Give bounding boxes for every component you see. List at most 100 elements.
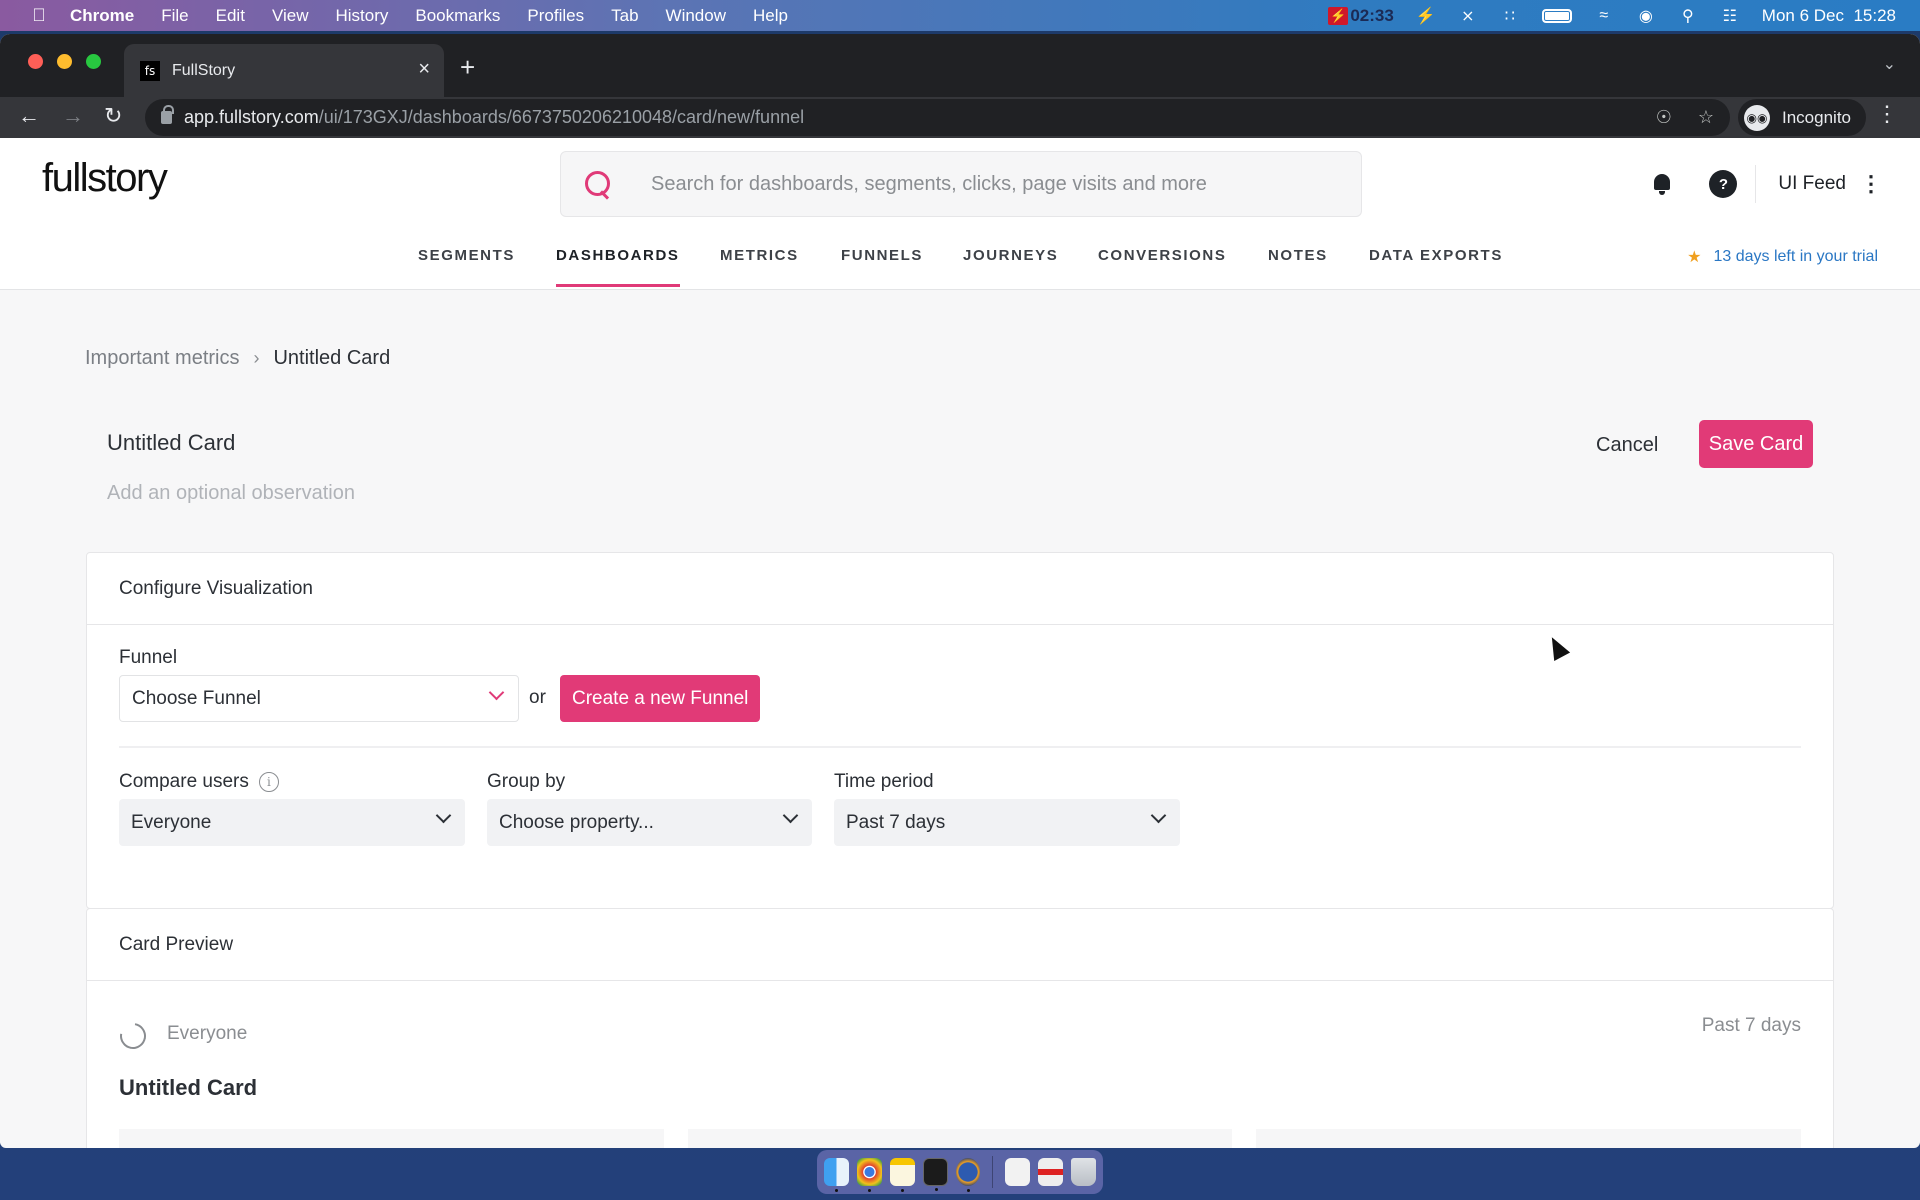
nav-segments[interactable]: SEGMENTS: [418, 247, 515, 264]
nav-journeys[interactable]: JOURNEYS: [963, 247, 1058, 264]
breadcrumb: Important metrics › Untitled Card: [85, 347, 390, 370]
bookmark-star-icon[interactable]: ☆: [1698, 107, 1714, 128]
nav-notes[interactable]: NOTES: [1268, 247, 1328, 264]
address-bar-actions: ☉ ☆: [1656, 107, 1714, 128]
close-window-button[interactable]: [28, 54, 43, 69]
group-by-select[interactable]: Choose property...: [487, 799, 812, 846]
menu-chrome[interactable]: Chrome: [70, 6, 134, 26]
browser-toolbar: ← → ↻ app.fullstory.com/ui/173GXJ/dashbo…: [0, 97, 1920, 138]
tab-search-chevron-icon[interactable]: ⌄: [1883, 54, 1896, 74]
funnel-select-value: Choose Funnel: [132, 687, 261, 709]
help-icon[interactable]: ?: [1709, 170, 1738, 198]
configure-visualization-heading: Configure Visualization: [87, 553, 1833, 625]
info-icon[interactable]: i: [258, 772, 279, 792]
chevron-down-icon: [782, 807, 799, 824]
reload-button[interactable]: ↻: [104, 103, 122, 129]
account-name[interactable]: UI Feed: [1778, 173, 1846, 195]
reeder-icon[interactable]: [955, 1158, 981, 1192]
macos-dock: [817, 1150, 1103, 1194]
keyboard-brightness-icon[interactable]: ∷: [1500, 6, 1520, 26]
maximize-window-button[interactable]: [86, 54, 101, 69]
chrome-icon[interactable]: [856, 1158, 882, 1192]
menu-help[interactable]: Help: [753, 6, 788, 26]
breadcrumb-parent[interactable]: Important metrics: [85, 347, 239, 370]
apple-logo-icon[interactable]: : [28, 5, 50, 26]
or-text: or: [529, 687, 546, 708]
funnel-select[interactable]: Choose Funnel: [119, 675, 519, 722]
control-center-icon[interactable]: ☷: [1720, 6, 1740, 26]
menu-file[interactable]: File: [161, 6, 188, 26]
cancel-button[interactable]: Cancel: [1596, 422, 1658, 468]
chevron-right-icon: ›: [253, 348, 260, 368]
search-input[interactable]: [651, 172, 1331, 196]
group-by-label: Group by: [487, 771, 566, 792]
window-controls: [28, 54, 101, 69]
placeholder-block: [119, 1129, 664, 1148]
incognito-label: Incognito: [1782, 107, 1851, 127]
header-divider: [1755, 165, 1757, 203]
preview-card-title: Untitled Card: [119, 1075, 258, 1100]
browser-menu-icon[interactable]: ⋮: [1876, 101, 1898, 127]
fullstory-logo[interactable]: fullstory: [42, 156, 168, 201]
forward-button[interactable]: →: [62, 103, 84, 129]
menu-view[interactable]: View: [272, 6, 309, 26]
lock-icon[interactable]: [161, 105, 174, 124]
screenshot-icon[interactable]: [1038, 1158, 1064, 1186]
loading-spinner-icon: [114, 1017, 152, 1055]
menu-edit[interactable]: Edit: [216, 6, 245, 26]
bluetooth-off-icon[interactable]: ⨯: [1458, 6, 1478, 26]
terminal-icon[interactable]: [922, 1158, 948, 1191]
funnel-label: Funnel: [119, 647, 178, 668]
card-title[interactable]: Untitled Card: [107, 430, 235, 456]
close-tab-icon[interactable]: ×: [418, 58, 430, 81]
tab-title: FullStory: [172, 61, 236, 79]
battery-icon[interactable]: [1541, 8, 1572, 23]
menubar-datetime[interactable]: Mon 6 Dec 15:28: [1762, 6, 1896, 26]
menu-profiles[interactable]: Profiles: [527, 6, 584, 26]
spotlight-search-icon[interactable]: ⚲: [1678, 6, 1698, 26]
save-card-button[interactable]: Save Card: [1699, 420, 1813, 468]
browser-tab[interactable]: fs FullStory ×: [124, 44, 444, 97]
trial-notice[interactable]: ★ 13 days left in your trial: [1687, 247, 1878, 267]
notifications-bell-icon[interactable]: [1651, 172, 1673, 196]
account-menu-icon[interactable]: ⋮: [1860, 171, 1882, 197]
menu-window[interactable]: Window: [666, 6, 726, 26]
back-button[interactable]: ←: [18, 103, 40, 129]
menu-tab[interactable]: Tab: [611, 6, 638, 26]
user-icon[interactable]: ◉: [1636, 6, 1656, 26]
wifi-icon[interactable]: ≈: [1594, 6, 1614, 26]
nav-dashboards[interactable]: DASHBOARDS: [556, 247, 680, 287]
document-icon[interactable]: [1005, 1158, 1031, 1186]
finder-icon[interactable]: [824, 1158, 849, 1192]
screen-recording-indicator[interactable]: ⚡ 02:33: [1328, 6, 1394, 26]
observation-input[interactable]: [107, 482, 707, 505]
flash-icon[interactable]: ⚡: [1416, 6, 1436, 26]
preview-time-period: Past 7 days: [1701, 1015, 1801, 1036]
dock-divider: [992, 1156, 994, 1188]
preview-placeholder-blocks: [119, 1129, 1802, 1148]
notes-icon[interactable]: [889, 1158, 915, 1192]
time-period-select[interactable]: Past 7 days: [834, 799, 1180, 846]
nav-data-exports[interactable]: DATA EXPORTS: [1369, 247, 1503, 264]
chevron-down-icon: [1150, 807, 1167, 824]
tracking-protection-eye-off-icon[interactable]: ☉: [1656, 107, 1672, 128]
time-period-label: Time period: [834, 771, 934, 792]
menu-history[interactable]: History: [335, 6, 388, 26]
url-host: app.fullstory.com: [184, 107, 319, 127]
nav-conversions[interactable]: CONVERSIONS: [1098, 247, 1226, 264]
nav-funnels[interactable]: FUNNELS: [841, 247, 923, 264]
incognito-icon: ◉◉: [1744, 104, 1770, 131]
minimize-window-button[interactable]: [57, 54, 72, 69]
browser-window: fs FullStory × + ⌄ ← → ↻ app.fullstory.c…: [0, 34, 1920, 1148]
create-funnel-button[interactable]: Create a new Funnel: [560, 675, 761, 722]
nav-metrics[interactable]: METRICS: [720, 247, 799, 264]
address-bar[interactable]: app.fullstory.com/ui/173GXJ/dashboards/6…: [145, 99, 1730, 136]
trash-icon[interactable]: [1071, 1158, 1097, 1186]
new-tab-button[interactable]: +: [460, 52, 475, 83]
menu-bookmarks[interactable]: Bookmarks: [415, 6, 500, 26]
chevron-down-icon: [488, 684, 505, 701]
compare-users-select[interactable]: Everyone: [119, 799, 465, 846]
incognito-profile-button[interactable]: ◉◉ Incognito: [1738, 99, 1866, 136]
url-text[interactable]: app.fullstory.com/ui/173GXJ/dashboards/6…: [184, 107, 804, 128]
global-search[interactable]: [560, 151, 1362, 217]
